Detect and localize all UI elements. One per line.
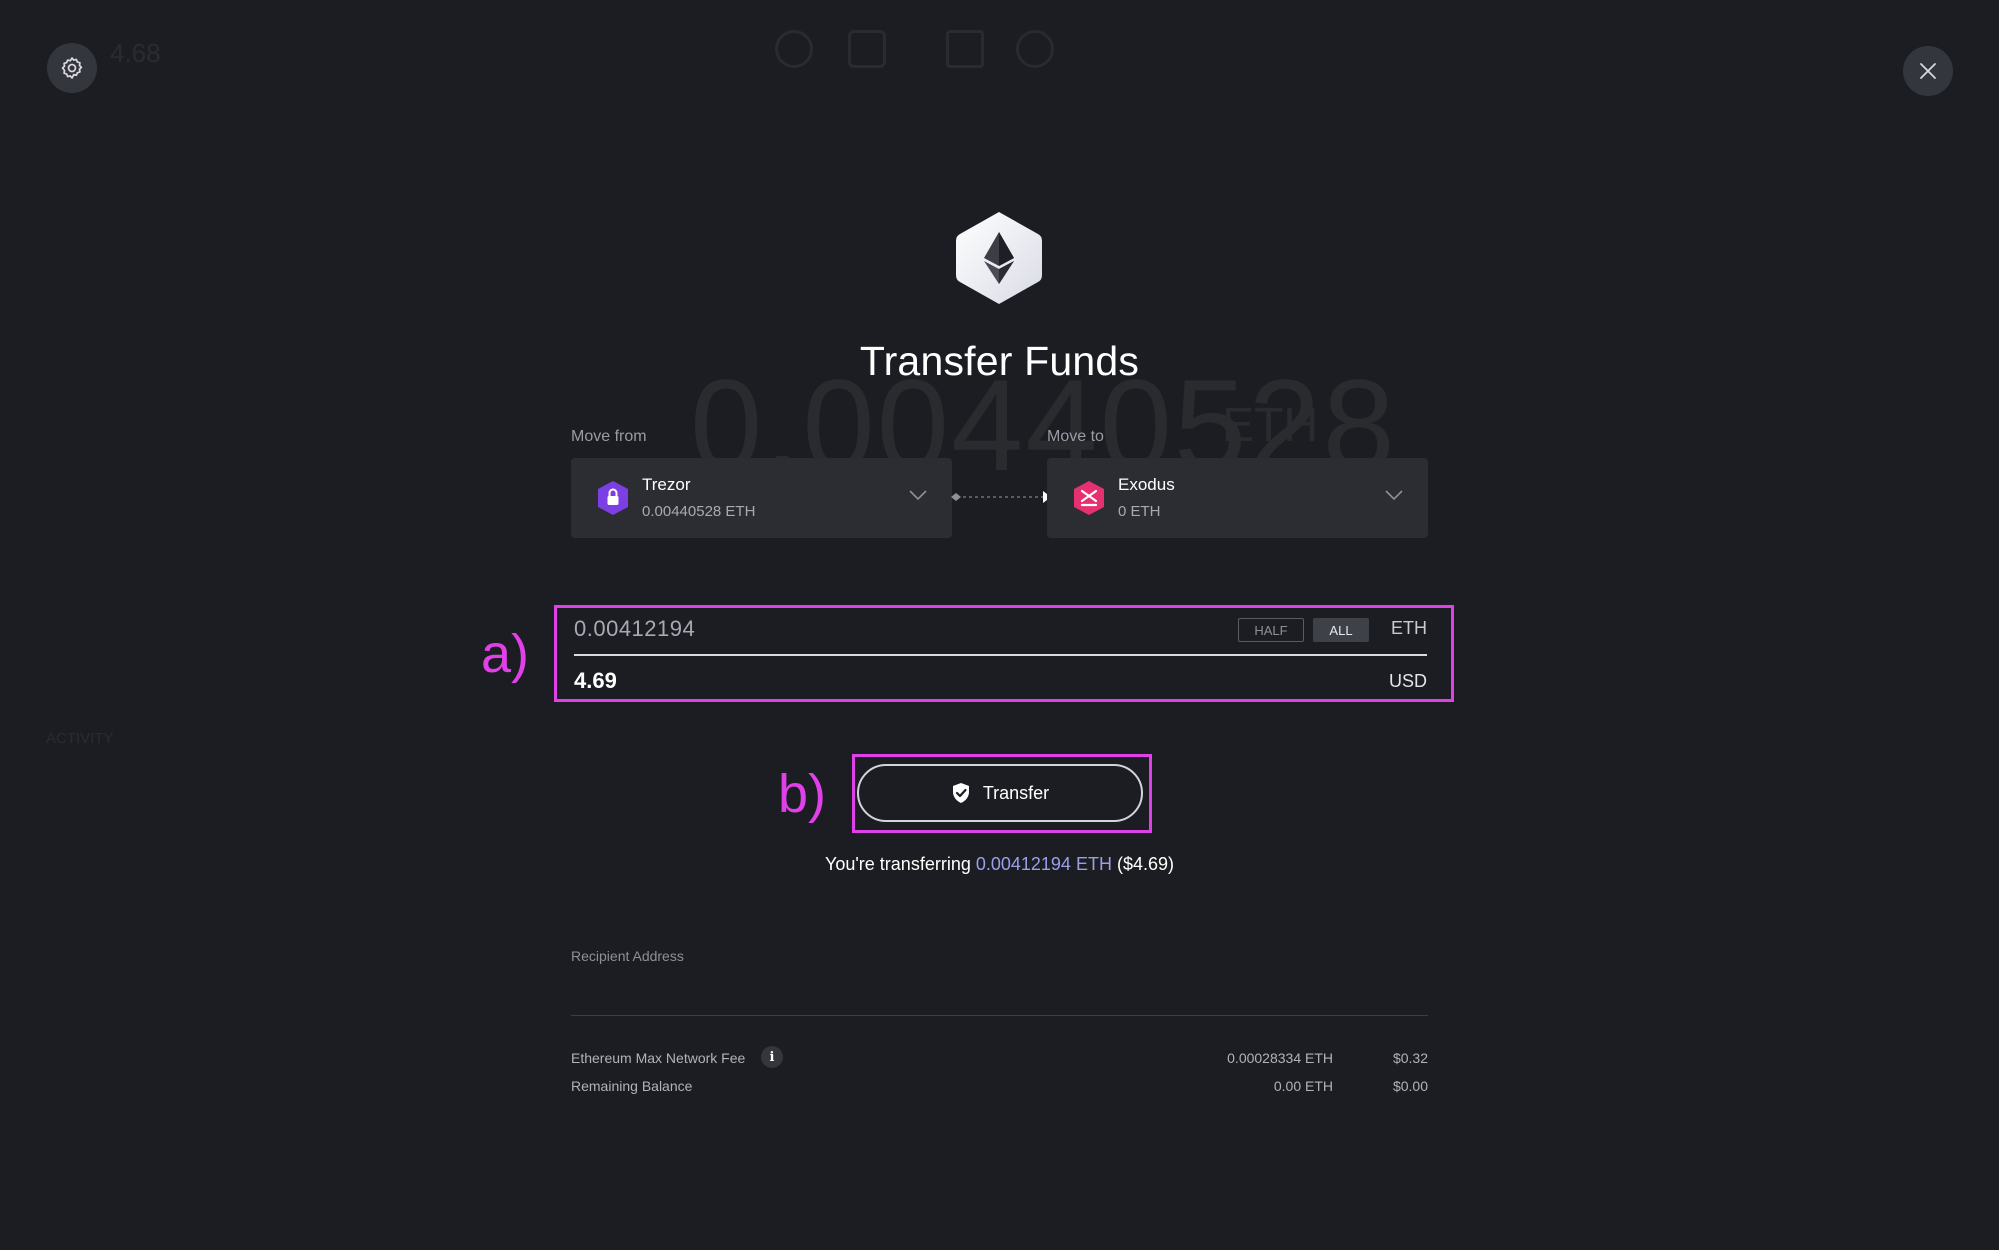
- ethereum-logo-icon: [954, 210, 1044, 306]
- background-header-balance: 4.68: [110, 38, 161, 68]
- chevron-down-icon: [908, 488, 928, 502]
- settings-button[interactable]: [47, 43, 97, 93]
- summary-prefix: You're transferring: [824, 854, 976, 874]
- trezor-lock-icon: [595, 480, 631, 516]
- network-fee-row: Ethereum Max Network Fee i 0.00028334 ET…: [571, 1046, 1428, 1072]
- move-from-label: Move from: [571, 428, 647, 445]
- remaining-balance-crypto: 0.00 ETH: [1273, 1078, 1333, 1094]
- amount-input-group: 0.00412194 HALF ALL ETH 4.69 USD: [554, 605, 1454, 702]
- move-from-wallet-name: Trezor: [642, 475, 691, 494]
- page-title: Transfer Funds: [859, 338, 1140, 384]
- network-fee-crypto: 0.00028334 ETH: [1227, 1050, 1333, 1066]
- chevron-down-icon: [1384, 488, 1404, 502]
- move-from-selector[interactable]: Trezor 0.00440528 ETH: [571, 458, 952, 538]
- amount-divider: [574, 654, 1427, 656]
- info-icon[interactable]: i: [761, 1046, 783, 1068]
- background-big-balance-unit: ETH: [1222, 399, 1318, 452]
- transfer-button[interactable]: Transfer: [857, 764, 1143, 822]
- background-nav-icon: [848, 30, 886, 68]
- remaining-balance-row: Remaining Balance 0.00 ETH $0.00: [571, 1078, 1428, 1100]
- all-button[interactable]: ALL: [1313, 618, 1369, 642]
- move-to-label: Move to: [1047, 428, 1104, 445]
- summary-crypto-amount: 0.00412194 ETH: [975, 854, 1112, 874]
- background-nav-icon: [775, 30, 813, 68]
- background-nav-icon: [1016, 30, 1054, 68]
- exodus-logo-icon: [1071, 480, 1107, 516]
- transfer-button-label: Transfer: [982, 782, 1050, 803]
- fiat-unit-label: USD: [1388, 671, 1427, 691]
- background-asset-tabs: [30, 118, 1930, 140]
- transfer-funds-screen: 4.68 0.00440528 ETH ACTIVITY Transfer Fu…: [0, 0, 1999, 1250]
- fiat-amount-input[interactable]: 4.69: [574, 668, 617, 694]
- transfer-direction-arrow-icon: [947, 488, 1053, 506]
- recipient-address-label: Recipient Address: [571, 948, 684, 964]
- network-fee-label: Ethereum Max Network Fee: [571, 1050, 746, 1066]
- move-to-selector[interactable]: Exodus 0 ETH: [1047, 458, 1428, 538]
- move-to-wallet-name: Exodus: [1118, 475, 1175, 494]
- recipient-address-input[interactable]: [571, 970, 1428, 1016]
- move-from-wallet-balance: 0.00440528 ETH: [642, 503, 756, 520]
- background-activity-tab: ACTIVITY: [46, 730, 114, 747]
- annotation-label-a: a): [481, 624, 530, 684]
- remaining-balance-fiat: $0.00: [1392, 1078, 1428, 1094]
- crypto-amount-input[interactable]: 0.00412194: [574, 616, 695, 642]
- transfer-summary: You're transferring 0.00412194 ETH ($4.6…: [0, 854, 1999, 875]
- half-button[interactable]: HALF: [1238, 618, 1304, 642]
- gear-icon: [61, 57, 83, 79]
- close-button[interactable]: [1903, 46, 1953, 96]
- crypto-unit-label: ETH: [1391, 618, 1427, 638]
- background-topbar: 4.68: [0, 0, 1999, 100]
- background-nav-icon: [946, 30, 984, 68]
- move-to-wallet-balance: 0 ETH: [1118, 503, 1161, 520]
- close-icon: [1920, 63, 1936, 79]
- shield-check-icon: [952, 783, 969, 803]
- summary-fiat-amount: ($4.69): [1111, 854, 1174, 874]
- network-fee-fiat: $0.32: [1392, 1050, 1428, 1066]
- remaining-balance-label: Remaining Balance: [571, 1078, 693, 1094]
- annotation-label-b: b): [778, 764, 827, 824]
